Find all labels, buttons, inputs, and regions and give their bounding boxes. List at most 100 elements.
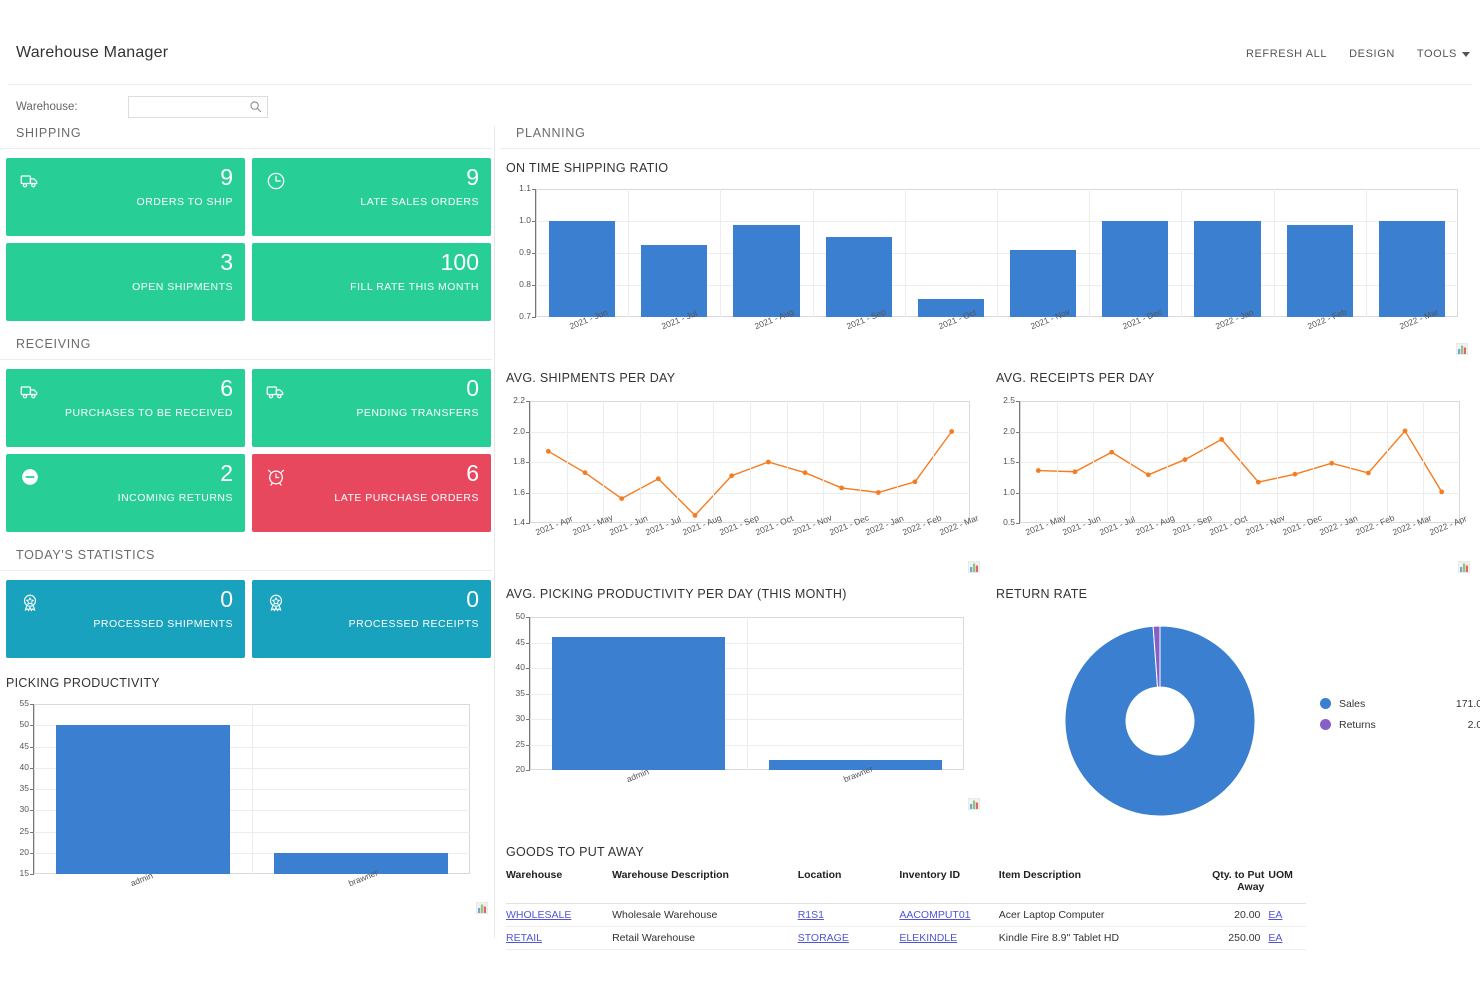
chart-export-icon[interactable]: [968, 561, 980, 573]
y-axis-tick-label: 20: [515, 764, 525, 774]
tile-label: LATE PURCHASE ORDERS: [334, 492, 479, 504]
line-series: [545, 429, 955, 518]
tile-purchases-to-be-received[interactable]: 6 PURCHASES TO BE RECEIVED: [6, 369, 245, 447]
y-axis-tick-label: 30: [19, 804, 29, 815]
donut-slices: [1064, 625, 1256, 817]
tile-incoming-returns[interactable]: 2 INCOMING RETURNS: [6, 454, 245, 532]
tile-label: PENDING TRANSFERS: [356, 407, 479, 419]
legend-item: Returns 2.00: [1320, 714, 1480, 735]
refresh-all-button[interactable]: REFRESH ALL: [1246, 48, 1327, 60]
lower-charts-row: AVG. PICKING PRODUCTIVITY PER DAY (THIS …: [500, 587, 1480, 833]
tile-label: OPEN SHIPMENTS: [132, 281, 233, 293]
chart-export-icon[interactable]: [1456, 343, 1468, 355]
award-icon: [269, 594, 283, 612]
grid-line-vertical: [720, 189, 722, 317]
tools-menu-button[interactable]: TOOLS: [1417, 48, 1470, 60]
goods-to-put-away-panel: GOODS TO PUT AWAY Warehouse Warehouse De…: [500, 845, 1480, 950]
cell-uom-link[interactable]: EA: [1268, 909, 1282, 921]
y-axis-line: [529, 617, 530, 770]
y-axis-tick-label: 45: [19, 740, 29, 751]
y-axis-tick-label: 50: [515, 611, 525, 621]
warehouse-input[interactable]: [128, 96, 268, 118]
y-axis-tick-label: 35: [515, 687, 525, 698]
cell-location-link[interactable]: STORAGE: [798, 932, 849, 944]
goods-to-put-away-table: Warehouse Warehouse Description Location…: [506, 865, 1306, 950]
line-charts-row: AVG. SHIPMENTS PER DAY 1.4 1.6 1.8 2.0 2.2 20…: [500, 371, 1480, 573]
left-column: SHIPPING 9 ORDERS TO SHIP 9 LATE SALES O…: [0, 126, 492, 916]
tile-orders-to-ship[interactable]: 9 ORDERS TO SHIP: [6, 158, 245, 236]
truck-icon: [20, 386, 38, 399]
bar: [733, 225, 800, 317]
y-axis-tick-label: 0.9: [519, 247, 531, 257]
on-time-shipping-panel: ON TIME SHIPPING RATIO 0.7 0.8 0.9 1.0 1.1 20…: [500, 161, 1480, 357]
tile-fill-rate-this-month[interactable]: 100 FILL RATE THIS MONTH: [252, 243, 491, 321]
bar: [273, 852, 449, 874]
legend-value: 171.00: [1455, 697, 1480, 710]
grid-line-vertical: [713, 401, 715, 523]
search-icon[interactable]: [249, 100, 263, 114]
col-qty-to-put-away: Qty. to Put Away: [1206, 865, 1269, 904]
bar: [1194, 221, 1261, 317]
cell-warehouse-description: Retail Warehouse: [612, 926, 798, 950]
truck-icon: [266, 386, 284, 399]
return-rate-title: RETURN RATE: [996, 587, 1088, 601]
cell-location-link[interactable]: R1S1: [798, 909, 824, 921]
tile-label: PURCHASES TO BE RECEIVED: [65, 407, 233, 419]
page-title: Warehouse Manager: [16, 44, 169, 61]
grid-line-vertical: [1350, 401, 1351, 523]
cell-item-description: Kindle Fire 8.9" Tablet HD: [998, 926, 1207, 950]
col-item-description: Item Description: [998, 865, 1207, 904]
tile-label: PROCESSED SHIPMENTS: [93, 618, 233, 630]
cell-inventory-id-link[interactable]: AACOMPUT01: [899, 909, 970, 921]
col-inventory-id: Inventory ID: [899, 865, 999, 904]
shipping-tiles: 9 ORDERS TO SHIP 9 LATE SALES ORDERS 3 O…: [0, 149, 492, 321]
cell-warehouse-link[interactable]: RETAIL: [506, 932, 542, 944]
grid-line-vertical: [1276, 401, 1278, 523]
avg-picking-title: AVG. PICKING PRODUCTIVITY PER DAY (THIS …: [506, 587, 847, 601]
table-row[interactable]: WHOLESALE Wholesale Warehouse R1S1 AACOM…: [506, 903, 1306, 927]
avg-shipments-panel: AVG. SHIPMENTS PER DAY 1.4 1.6 1.8 2.0 2.2 20…: [500, 371, 990, 573]
tile-processed-receipts[interactable]: 0 PROCESSED RECEIPTS: [252, 580, 491, 658]
legend-color-dot: [1320, 698, 1331, 709]
tile-pending-transfers[interactable]: 0 PENDING TRANSFERS: [252, 369, 491, 447]
warehouse-filter: Warehouse:: [16, 96, 268, 118]
tile-processed-shipments[interactable]: 0 PROCESSED SHIPMENTS: [6, 580, 245, 658]
y-axis-tick-label: 55: [19, 698, 29, 708]
bar: [641, 245, 708, 317]
app-header: Warehouse Manager REFRESH ALL DESIGN TOO…: [0, 44, 1480, 80]
y-axis-tick-label: 1.1: [519, 183, 531, 193]
clock-icon: [267, 172, 285, 190]
grid-line-vertical: [812, 189, 814, 317]
cell-warehouse-link[interactable]: WHOLESALE: [506, 909, 571, 921]
chart-export-icon[interactable]: [1458, 561, 1470, 573]
section-header-receiving: RECEIVING: [0, 337, 492, 360]
bar: [825, 237, 892, 317]
chart-export-icon[interactable]: [476, 902, 488, 914]
tile-label: INCOMING RETURNS: [117, 492, 233, 504]
col-warehouse-desc: Warehouse Description: [612, 865, 798, 904]
avg-receipts-title: AVG. RECEIPTS PER DAY: [996, 371, 1155, 385]
minus-circle-icon: [22, 469, 38, 485]
design-button[interactable]: DESIGN: [1349, 48, 1395, 60]
legend-value: 2.00: [1467, 718, 1480, 731]
tile-value: 9: [466, 164, 479, 190]
section-header-shipping: SHIPPING: [0, 126, 492, 149]
bar: [1102, 221, 1169, 317]
picking-productivity-chart: 15 20 25 30 35 40 45 50 55 admin brawner: [0, 696, 492, 916]
chart-export-icon[interactable]: [968, 798, 980, 810]
table-header-row: Warehouse Warehouse Description Location…: [506, 865, 1306, 904]
picking-productivity-panel: PICKING PRODUCTIVITY 15 20 25 30 35 40 45 50 55 a…: [0, 676, 492, 916]
tile-label: PROCESSED RECEIPTS: [348, 618, 479, 630]
y-axis-tick-label: 40: [515, 662, 525, 672]
tile-value: 2: [220, 460, 233, 486]
truck-icon: [20, 175, 38, 188]
tile-late-purchase-orders[interactable]: 6 LATE PURCHASE ORDERS: [252, 454, 491, 532]
on-time-shipping-title: ON TIME SHIPPING RATIO: [506, 161, 669, 175]
cell-inventory-id-link[interactable]: ELEKINDLE: [899, 932, 957, 944]
cell-uom-link[interactable]: EA: [1268, 932, 1282, 944]
tile-late-sales-orders[interactable]: 9 LATE SALES ORDERS: [252, 158, 491, 236]
tile-open-shipments[interactable]: 3 OPEN SHIPMENTS: [6, 243, 245, 321]
grid-line-vertical: [904, 189, 906, 317]
table-row[interactable]: RETAIL Retail Warehouse STORAGE ELEKINDL…: [506, 926, 1306, 950]
grid-line-vertical: [1089, 189, 1091, 317]
